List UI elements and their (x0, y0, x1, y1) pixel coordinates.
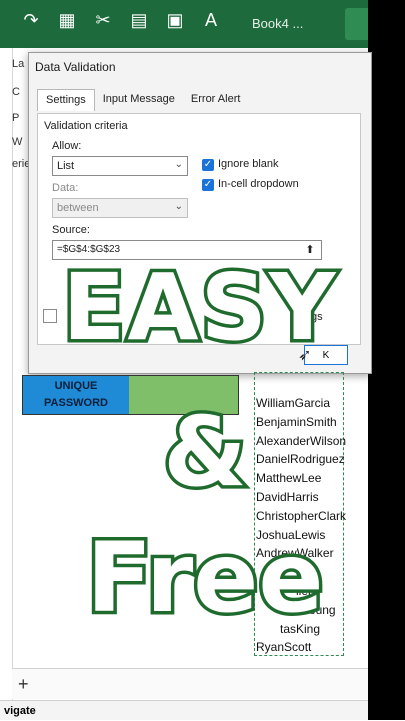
redo-icon[interactable]: ↷ (20, 10, 42, 31)
font-color-icon[interactable]: A (200, 10, 222, 31)
data-value: between (57, 202, 99, 214)
table-icon[interactable]: ▦ (56, 10, 78, 31)
validation-criteria-label: Validation criteria (44, 120, 128, 132)
quick-access-toolbar: ↷ ▦ ✂ ▤ ▣ A (20, 10, 222, 31)
list-item[interactable]: AlexanderWilson (256, 432, 346, 451)
overlay-text-easy: EASY (59, 254, 339, 361)
screen-edge (368, 0, 405, 720)
source-label: Source: (52, 224, 90, 236)
dialog-tabs: Settings Input Message Error Alert (37, 89, 248, 111)
overlay-text-free: Free (83, 522, 327, 634)
overlay-text-ampersand: & (160, 396, 251, 508)
label-line: PASSWORD (44, 397, 108, 409)
allow-value: List (57, 160, 75, 172)
list-item[interactable]: DanielRodriguez (256, 450, 346, 469)
list-item[interactable]: DavidHarris (256, 488, 346, 507)
allow-select[interactable]: List ⌄ (52, 156, 188, 176)
left-fragment: La (12, 58, 25, 70)
data-label: Data: (52, 182, 79, 194)
mouse-cursor-icon: ➶ (298, 347, 312, 364)
unique-password-label: UNIQUE PASSWORD (23, 376, 129, 414)
left-panel-strip (0, 48, 13, 720)
dialog-title: Data Validation (35, 60, 116, 74)
tab-settings[interactable]: Settings (37, 89, 95, 111)
in-cell-dropdown-checkbox[interactable]: ✓ (202, 179, 214, 191)
list-item[interactable]: MatthewLee (256, 469, 346, 488)
add-sheet-icon[interactable]: + (18, 674, 29, 695)
list-item[interactable]: WilliamGarcia (256, 394, 346, 413)
left-fragment: W (12, 136, 23, 148)
list-item[interactable]: BenjaminSmith (256, 413, 346, 432)
in-cell-dropdown-label: In-cell dropdown (218, 178, 299, 190)
image-icon[interactable]: ▣ (164, 10, 186, 31)
allow-label: Allow: (52, 140, 82, 152)
sheet-tabs-bar (12, 668, 368, 699)
calculator-icon[interactable]: ▤ (128, 10, 150, 31)
tab-input-message[interactable]: Input Message (95, 89, 183, 111)
cut-icon[interactable]: ✂ (92, 10, 114, 31)
data-select: between ⌄ (52, 198, 188, 218)
document-title: Book4 ... (252, 16, 304, 31)
ignore-blank-label: Ignore blank (218, 158, 279, 170)
tab-error-alert[interactable]: Error Alert (183, 89, 249, 111)
chevron-down-icon: ⌄ (174, 159, 183, 170)
left-fragment: P (12, 112, 20, 124)
ignore-blank-checkbox[interactable]: ✓ (202, 159, 214, 171)
left-fragment: C (12, 86, 20, 98)
status-bar-text: vigate (0, 700, 368, 720)
list-item[interactable]: RyanScott (256, 638, 346, 657)
chevron-down-icon: ⌄ (174, 201, 183, 212)
label-line: UNIQUE (54, 380, 98, 392)
